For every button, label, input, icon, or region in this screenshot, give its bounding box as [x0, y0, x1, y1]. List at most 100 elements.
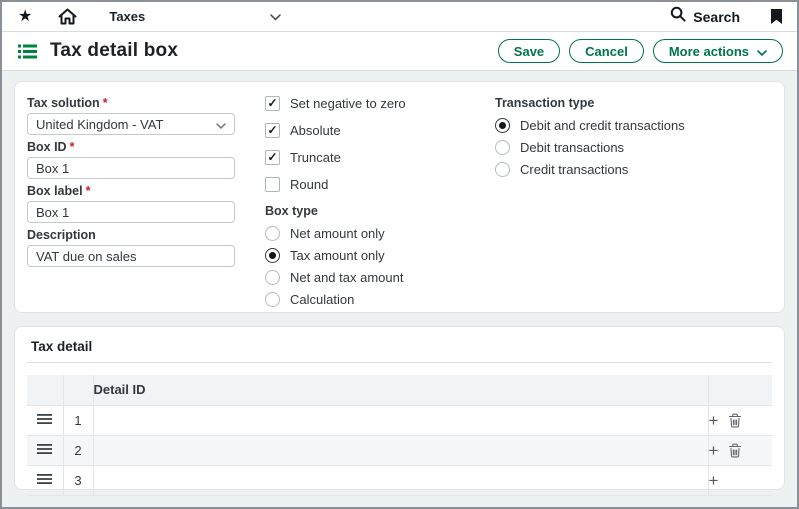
- radio-label: Tax amount only: [290, 248, 385, 263]
- detail-id-cell[interactable]: [93, 405, 708, 435]
- table-header-row: Detail ID: [27, 375, 772, 405]
- checkbox-label: Truncate: [290, 150, 341, 165]
- row-number-column-header: [63, 375, 93, 405]
- cancel-button[interactable]: Cancel: [569, 39, 644, 63]
- checkbox-round[interactable]: ✓ Round: [265, 177, 465, 192]
- radio-dot: [269, 252, 276, 259]
- table-row: 3 +: [27, 465, 772, 495]
- box-label-input[interactable]: [27, 201, 235, 223]
- radio-credit-transactions[interactable]: Credit transactions: [495, 162, 685, 177]
- row-number: 1: [63, 405, 93, 435]
- cancel-button-label: Cancel: [585, 44, 628, 59]
- radio-tax-amount-only[interactable]: Tax amount only: [265, 248, 465, 263]
- top-navigation-bar: ★ Taxes Search: [2, 2, 797, 32]
- record-list-icon[interactable]: [18, 44, 37, 59]
- checkbox-box[interactable]: ✓: [265, 150, 280, 165]
- chevron-down-icon: [270, 8, 281, 26]
- checkbox-box[interactable]: ✓: [265, 96, 280, 111]
- tax-solution-value: United Kingdom - VAT: [36, 117, 163, 132]
- radio-debit-and-credit-transactions[interactable]: Debit and credit transactions: [495, 118, 685, 133]
- radio-calculation[interactable]: Calculation: [265, 292, 465, 307]
- description-field: Description*: [27, 228, 235, 267]
- box-type-heading: Box type: [265, 204, 465, 218]
- description-label: Description*: [27, 228, 235, 242]
- radio-label: Debit transactions: [520, 140, 624, 155]
- radio-circle[interactable]: [265, 292, 280, 307]
- radio-label: Debit and credit transactions: [520, 118, 685, 133]
- module-dropdown[interactable]: Taxes: [109, 8, 281, 26]
- checkbox-truncate[interactable]: ✓ Truncate: [265, 150, 465, 165]
- chevron-down-icon: [757, 44, 767, 59]
- bookmark-icon[interactable]: [770, 8, 783, 25]
- row-actions-cell: +: [708, 465, 772, 495]
- radio-circle[interactable]: [265, 226, 280, 241]
- radio-label: Net and tax amount: [290, 270, 403, 285]
- add-row-icon[interactable]: +: [709, 412, 719, 429]
- row-actions-cell: +: [708, 405, 772, 435]
- module-dropdown-value: Taxes: [109, 9, 145, 24]
- radio-circle[interactable]: [265, 270, 280, 285]
- more-actions-button[interactable]: More actions: [653, 39, 783, 63]
- radio-label: Net amount only: [290, 226, 385, 241]
- check-icon: ✓: [267, 151, 277, 163]
- drag-handle[interactable]: [27, 465, 63, 495]
- tax-solution-select[interactable]: United Kingdom - VAT: [27, 113, 235, 135]
- radio-label: Credit transactions: [520, 162, 628, 177]
- form-middle-column: ✓ Set negative to zero ✓ Absolute ✓ Trun…: [265, 96, 465, 298]
- box-id-input[interactable]: [27, 157, 235, 179]
- required-asterisk: *: [70, 140, 75, 154]
- detail-id-cell[interactable]: [93, 435, 708, 465]
- more-actions-label: More actions: [669, 44, 749, 59]
- row-number: 3: [63, 465, 93, 495]
- app-window: ★ Taxes Search: [0, 0, 799, 509]
- add-row-icon[interactable]: +: [709, 472, 719, 489]
- checkbox-label: Absolute: [290, 123, 341, 138]
- favorites-star-icon[interactable]: ★: [18, 9, 32, 25]
- box-label-field: Box label*: [27, 184, 235, 223]
- home-icon[interactable]: [58, 8, 77, 25]
- tax-detail-card: Tax detail Detail ID 1: [14, 326, 785, 490]
- table-row: 2 +: [27, 435, 772, 465]
- form-right-column: Transaction type Debit and credit transa…: [495, 96, 685, 298]
- radio-debit-transactions[interactable]: Debit transactions: [495, 140, 685, 155]
- checkbox-absolute[interactable]: ✓ Absolute: [265, 123, 465, 138]
- radio-circle[interactable]: [495, 162, 510, 177]
- page-header: Tax detail box Save Cancel More actions: [2, 32, 797, 71]
- drag-handle[interactable]: [27, 435, 63, 465]
- detail-id-column-header: Detail ID: [93, 375, 708, 405]
- search-button[interactable]: Search: [670, 6, 740, 27]
- radio-circle[interactable]: [495, 140, 510, 155]
- tax-box-form-card: Tax solution* United Kingdom - VAT Box I…: [14, 81, 785, 313]
- tax-solution-label: Tax solution*: [27, 96, 235, 110]
- table-row: 1 +: [27, 405, 772, 435]
- row-number: 2: [63, 435, 93, 465]
- row-actions-cell: +: [708, 435, 772, 465]
- radio-net-amount-only[interactable]: Net amount only: [265, 226, 465, 241]
- search-label: Search: [693, 9, 740, 25]
- save-button[interactable]: Save: [498, 39, 560, 63]
- box-label-label: Box label*: [27, 184, 235, 198]
- form-left-column: Tax solution* United Kingdom - VAT Box I…: [27, 96, 235, 298]
- radio-circle[interactable]: [265, 248, 280, 263]
- delete-row-icon[interactable]: [728, 443, 742, 458]
- transaction-type-heading: Transaction type: [495, 96, 685, 110]
- check-icon: ✓: [267, 97, 277, 109]
- content-area: Tax solution* United Kingdom - VAT Box I…: [2, 71, 797, 500]
- chevron-down-icon: [216, 117, 226, 132]
- drag-column-header: [27, 375, 63, 405]
- add-row-icon[interactable]: +: [709, 442, 719, 459]
- detail-id-cell[interactable]: [93, 465, 708, 495]
- required-asterisk: *: [86, 184, 91, 198]
- drag-handle[interactable]: [27, 405, 63, 435]
- delete-row-icon[interactable]: [728, 413, 742, 428]
- save-button-label: Save: [514, 44, 544, 59]
- checkbox-box[interactable]: ✓: [265, 177, 280, 192]
- radio-circle[interactable]: [495, 118, 510, 133]
- checkbox-set-negative-to-zero[interactable]: ✓ Set negative to zero: [265, 96, 465, 111]
- description-input[interactable]: [27, 245, 235, 267]
- radio-net-and-tax-amount[interactable]: Net and tax amount: [265, 270, 465, 285]
- radio-label: Calculation: [290, 292, 354, 307]
- checkbox-box[interactable]: ✓: [265, 123, 280, 138]
- radio-dot: [499, 122, 506, 129]
- tax-detail-table: Detail ID 1 +: [27, 375, 772, 496]
